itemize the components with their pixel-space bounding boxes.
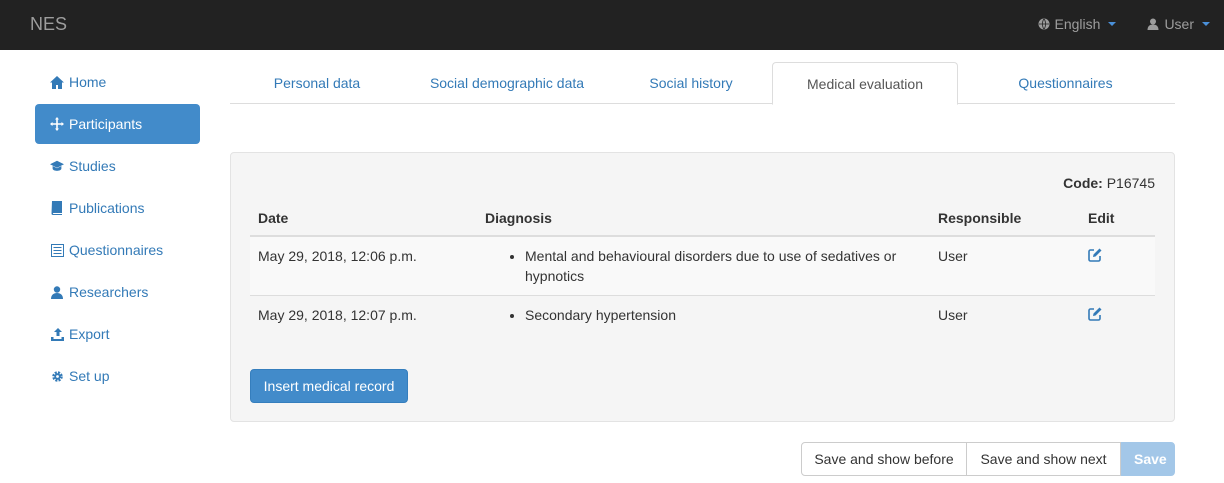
column-header-date: Date bbox=[250, 201, 477, 237]
record-diagnosis: Mental and behavioural disorders due to … bbox=[477, 235, 930, 296]
medical-records-table: Date Diagnosis Responsible Edit May 29, … bbox=[250, 201, 1155, 335]
home-icon bbox=[50, 75, 64, 89]
table-row: May 29, 2018, 12:06 p.m. Mental and beha… bbox=[250, 235, 1155, 296]
column-header-edit: Edit bbox=[1080, 201, 1155, 237]
sidebar-item-export[interactable]: Export bbox=[35, 314, 200, 354]
move-icon bbox=[50, 117, 64, 131]
user-label: User bbox=[1164, 16, 1194, 32]
sidebar-item-label: Export bbox=[69, 326, 110, 342]
sidebar-item-label: Researchers bbox=[69, 284, 149, 300]
record-diagnosis: Secondary hypertension bbox=[477, 295, 930, 335]
user-dropdown[interactable]: User bbox=[1146, 16, 1210, 32]
export-icon bbox=[50, 327, 64, 341]
sidebar-item-label: Questionnaires bbox=[69, 242, 164, 258]
top-navbar: NES English User bbox=[0, 0, 1224, 50]
sidebar-item-label: Studies bbox=[69, 158, 116, 174]
form-actions: Save and show before Save and show next … bbox=[801, 442, 1175, 476]
sidebar-item-set-up[interactable]: Set up bbox=[35, 356, 200, 396]
diagnosis-list: Mental and behavioural disorders due to … bbox=[485, 246, 922, 286]
user-icon bbox=[50, 285, 64, 299]
sidebar-item-label: Set up bbox=[69, 368, 110, 384]
record-date: May 29, 2018, 12:06 p.m. bbox=[250, 235, 477, 296]
participant-tabs: Personal data Social demographic data So… bbox=[230, 62, 1175, 105]
list-icon bbox=[50, 243, 64, 257]
language-dropdown[interactable]: English bbox=[1037, 16, 1117, 32]
sidebar-item-label: Publications bbox=[69, 200, 145, 216]
brand-logo[interactable]: NES bbox=[30, 14, 67, 35]
column-header-diagnosis: Diagnosis bbox=[477, 201, 930, 237]
caret-down-icon bbox=[1202, 22, 1210, 26]
record-responsible: User bbox=[930, 235, 1080, 296]
education-icon bbox=[50, 159, 64, 173]
sidebar-item-studies[interactable]: Studies bbox=[35, 146, 200, 186]
code-label: Code: bbox=[1063, 175, 1103, 191]
sidebar-item-home[interactable]: Home bbox=[35, 62, 200, 102]
insert-medical-record-button[interactable]: Insert medical record bbox=[250, 369, 408, 403]
participant-code: Code: P16745 bbox=[1063, 175, 1155, 191]
sidebar-item-participants[interactable]: Participants bbox=[35, 104, 200, 144]
tab-social-demographic-data[interactable]: Social demographic data bbox=[404, 62, 610, 104]
diagnosis-item: Secondary hypertension bbox=[525, 305, 922, 325]
table-header-row: Date Diagnosis Responsible Edit bbox=[250, 201, 1155, 237]
sidebar-item-researchers[interactable]: Researchers bbox=[35, 272, 200, 312]
globe-icon bbox=[1037, 17, 1051, 31]
sidebar-item-questionnaires[interactable]: Questionnaires bbox=[35, 230, 200, 270]
sidebar-item-label: Participants bbox=[69, 116, 143, 132]
book-icon bbox=[50, 201, 64, 215]
code-value: P16745 bbox=[1106, 175, 1155, 191]
sidebar-item-label: Home bbox=[69, 74, 107, 90]
language-label: English bbox=[1054, 16, 1101, 32]
save-and-show-next-button[interactable]: Save and show next bbox=[967, 442, 1121, 476]
tab-questionnaires[interactable]: Questionnaires bbox=[958, 62, 1173, 104]
diagnosis-item: Mental and behavioural disorders due to … bbox=[525, 246, 922, 286]
diagnosis-list: Secondary hypertension bbox=[485, 305, 922, 325]
gear-icon bbox=[50, 369, 64, 383]
record-edit-cell bbox=[1080, 295, 1155, 335]
record-responsible: User bbox=[930, 295, 1080, 335]
save-button[interactable]: Save bbox=[1121, 442, 1175, 476]
tab-social-history[interactable]: Social history bbox=[610, 62, 772, 104]
edit-icon[interactable] bbox=[1088, 307, 1104, 323]
caret-down-icon bbox=[1108, 22, 1117, 26]
record-edit-cell bbox=[1080, 235, 1155, 296]
tab-personal-data[interactable]: Personal data bbox=[230, 62, 404, 104]
sidebar: Home Participants Studies Publications Q… bbox=[35, 62, 200, 398]
medical-evaluation-panel: Code: P16745 Date Diagnosis Responsible … bbox=[230, 152, 1175, 422]
navbar-right: English User bbox=[1037, 16, 1210, 32]
column-header-responsible: Responsible bbox=[930, 201, 1080, 237]
tab-medical-evaluation[interactable]: Medical evaluation bbox=[772, 62, 958, 105]
user-icon bbox=[1146, 17, 1160, 31]
table-row: May 29, 2018, 12:07 p.m. Secondary hyper… bbox=[250, 295, 1155, 335]
save-and-show-before-button[interactable]: Save and show before bbox=[801, 442, 967, 476]
edit-icon[interactable] bbox=[1088, 248, 1104, 264]
sidebar-item-publications[interactable]: Publications bbox=[35, 188, 200, 228]
record-date: May 29, 2018, 12:07 p.m. bbox=[250, 295, 477, 335]
